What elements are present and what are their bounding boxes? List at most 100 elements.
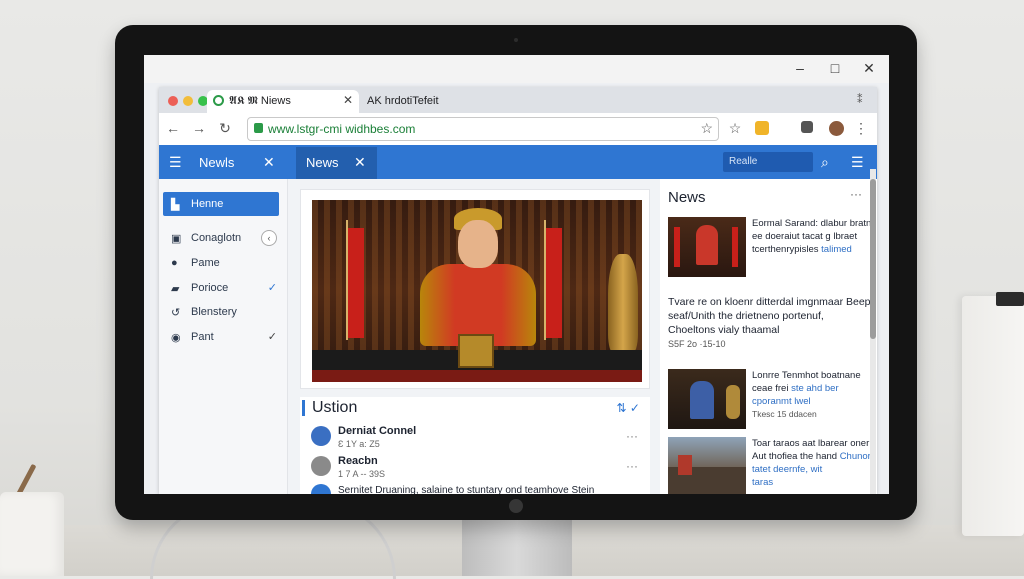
history-icon: ↺ [171,307,181,319]
minimize-icon[interactable]: – [791,60,809,76]
search-icon[interactable]: ⌕ [821,154,829,171]
news-tag: talimed [821,244,852,255]
close-icon[interactable]: ✕ [263,154,275,171]
scrollbar[interactable] [870,169,876,494]
news-date: taras [752,477,774,488]
bookmark-star-icon[interactable]: ☆ [700,120,713,137]
browser-tab-active[interactable]: 𝕬𝕶 𝕸 Niews ✕ [207,90,359,113]
tab-title: 𝕬𝕶 𝕸 Niews [229,95,291,107]
tab-news-label: News [306,155,339,170]
maximize-icon[interactable]: □ [826,60,844,76]
search-input[interactable]: Realle [723,152,813,172]
close-icon[interactable]: ✕ [860,60,878,77]
news-thumbnail [668,369,746,429]
close-dot-icon[interactable] [168,96,178,106]
back-icon[interactable]: ← [165,120,181,136]
forward-icon[interactable]: → [191,120,207,136]
check-icon: ✓ [267,282,277,294]
screen: – □ ✕ 𝕬𝕶 𝕸 Niews ✕ AK hrdotiTefeit ⁑ ← → [144,55,889,494]
hamburger-icon[interactable]: ☰ [169,154,182,171]
sidebar-item-2[interactable]: ▣ Conaglotn ‹ [163,226,279,250]
reload-icon[interactable]: ↻ [217,120,233,137]
settings-icon[interactable]: ☰ [851,154,864,171]
address-bar[interactable]: www.lstgr-cmi widhbes.com ☆ [247,117,719,141]
tab-search-icon[interactable]: ⁑ [857,93,863,106]
thumb-vase [726,385,740,419]
tab-close-icon[interactable]: ✕ [354,154,366,171]
sidebar-item-4[interactable]: ▰ Porioce ✓ [163,276,279,300]
profile-avatar[interactable] [829,121,844,136]
sidebar-item-6[interactable]: ◉ Pant ✓ [163,325,279,349]
chat-icon[interactable] [801,121,813,133]
tab-strip: 𝕬𝕶 𝕸 Niews ✕ AK hrdotiTefeit ⁑ [159,87,877,113]
news-thumbnail [668,217,746,277]
avatar [311,484,331,494]
thumb-figure [696,225,718,265]
avatar [311,456,331,476]
avatar [311,426,331,446]
scrollbar-thumb[interactable] [870,179,876,339]
news-thumbnail [668,437,746,494]
app-header: ☰ Newls ✕ News ✕ Realle ⌕ ☰ [159,145,877,179]
app-brand: Newls [199,155,235,170]
star-icon[interactable]: ☆ [727,120,743,137]
news-item-text: Toar taraos aat lbarear oner Aut thofiea… [752,437,874,489]
list-item[interactable]: Reacbn 1 7 A -- 39S ··· [300,453,650,483]
thumb-flag [674,227,680,267]
minimize-dot-icon[interactable] [183,96,193,106]
logo-icon [509,499,523,513]
sidebar-item-label: Conaglotn [191,232,242,244]
golden-vase [608,254,638,354]
more-icon[interactable]: ··· [626,459,638,473]
red-flag [348,228,364,338]
row-title: Reacbn [338,455,378,467]
monitor: – □ ✕ 𝕬𝕶 𝕸 Niews ✕ AK hrdotiTefeit ⁑ ← → [115,25,917,520]
tab-favicon-icon [213,95,224,106]
sidebar-item-label: Pant [191,331,214,343]
row-title: Sernitet Druaning, salaine to stuntary o… [338,485,595,494]
list-item[interactable]: Derniat Connel Ɛ 1Y a: Z5 ··· [300,423,650,453]
thumb-flag [732,227,738,267]
location-pin-icon: ◉ [171,332,181,344]
sidebar-item-home[interactable]: ▙ Henne [163,192,279,216]
sidebar-item-label: Henne [191,198,224,210]
news-heading: News [668,189,706,206]
news-item-text: Lonrre Tenmhot boatnane ceae frei ste ah… [752,369,874,421]
section-accent [302,400,305,416]
row-meta: 1 7 A -- 39S [338,469,386,479]
check-icon: ✓ [267,331,277,343]
news-app: ☰ Newls ✕ News ✕ Realle ⌕ ☰ ▙ Henne ▣ Co… [159,145,877,494]
news-panel: News ··· Eormal Sarand: dlabur bratn ee … [660,179,877,494]
speaker-grille [996,292,1024,306]
home-icon: ▙ [171,199,180,211]
browser-toolbar: ← → ↻ www.lstgr-cmi widhbes.com ☆ ☆ ⋮ [159,113,877,146]
tab-news[interactable]: News ✕ [296,147,377,179]
hero-image [312,200,642,382]
golden-box [458,334,494,368]
extension-icon[interactable] [755,121,769,135]
more-icon[interactable]: ··· [850,187,862,201]
more-icon[interactable]: ··· [626,429,638,443]
menu-kebab-icon[interactable]: ⋮ [853,120,869,137]
list-item[interactable]: Sernitet Druaning, salaine to stuntary o… [300,481,650,494]
comment-list: Derniat Connel Ɛ 1Y a: Z5 ··· Reacbn 1 7… [300,421,650,494]
webcam [514,38,518,42]
stage-floor [312,370,642,382]
thumb-building [678,455,692,475]
monitor-icon: ▣ [171,233,182,245]
news-item[interactable]: Tvare re on kloenr ditterdal imgnmaar Be… [668,295,873,349]
os-window-bar: – □ ✕ [144,55,889,83]
url-text: www.lstgr-cmi widhbes.com [268,122,416,136]
tab-close-icon[interactable]: ✕ [343,93,353,107]
secure-lock-icon [254,123,263,133]
collapse-icon[interactable]: ‹ [261,230,277,246]
sidebar-item-3[interactable]: ● Pame [163,251,279,275]
hero-card[interactable] [300,189,650,389]
section-title: Ustion [312,399,358,416]
filter-icon[interactable]: ⇅ ✓ [617,401,640,415]
folder-icon: ▰ [171,283,180,295]
sidebar-item-label: Pame [191,257,220,269]
sidebar-item-5[interactable]: ↺ Blenstery [163,300,279,324]
speaker [962,296,1024,536]
browser-tab-2[interactable]: AK hrdotiTefeit [367,95,439,107]
